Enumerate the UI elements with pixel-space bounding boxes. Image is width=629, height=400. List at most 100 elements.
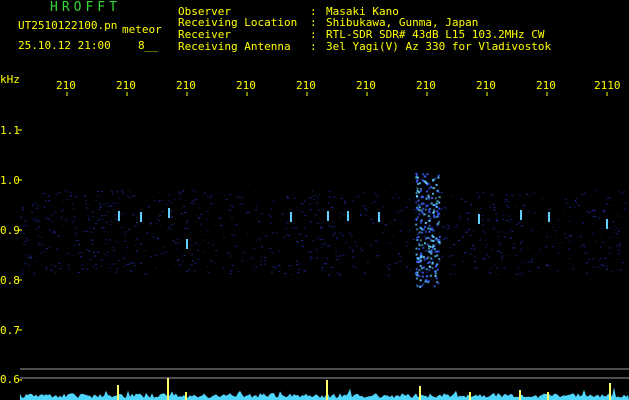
meteor-burst-pixel [424,226,427,229]
noise-speck [478,239,481,241]
noise-speck [505,199,508,201]
noise-speck [58,192,61,194]
noise-speck [134,245,137,247]
noise-speck [27,239,29,241]
noise-speck [91,239,94,241]
noise-speck [198,207,201,209]
meteor-burst-pixel [437,250,440,253]
noise-speck [464,201,467,202]
noise-speck [333,196,336,198]
noise-speck [184,212,187,213]
meteor-burst-pixel [437,174,440,177]
noise-speck [201,233,204,235]
meteor-burst-pixel [424,222,427,224]
noise-speck [286,197,289,199]
noise-speck [340,212,343,214]
meteor-burst-pixel [432,179,435,181]
noise-speck [298,233,301,235]
meteor-burst-pixel [430,239,433,242]
noise-speck [493,209,496,211]
noise-speck [511,194,514,196]
noise-speck [66,253,69,254]
noise-speck [426,220,429,222]
noise-speck [518,222,521,224]
meteor-burst-pixel [427,182,430,185]
noise-speck [400,210,403,212]
noise-speck [352,256,355,258]
noise-speck [484,258,486,260]
noise-speck [481,215,484,216]
meteor-burst-pixel [430,228,433,231]
noise-speck [599,246,602,248]
meteor-burst-pixel [431,247,434,250]
noise-speck [155,223,157,225]
noise-speck [487,219,490,221]
noise-speck [111,194,114,196]
noise-speck [100,265,103,267]
noise-speck [585,262,588,264]
meteor-burst-pixel [428,187,431,190]
noise-speck [61,225,64,227]
noise-speck [324,271,327,273]
noise-speck [521,272,524,274]
noise-speck [393,219,396,221]
noise-speck [473,248,476,250]
noise-speck [396,211,399,213]
noise-speck [342,234,345,236]
meteor-ping [378,212,380,222]
noise-speck [214,262,217,264]
noise-speck [188,226,191,228]
noise-speck [171,216,173,218]
noise-speck [528,271,531,273]
noise-speck [185,222,188,224]
noise-speck [63,208,66,210]
noise-speck [153,200,156,202]
noise-speck [391,235,394,237]
meteor-burst-pixel [436,224,439,227]
meteor-burst-pixel [416,239,419,242]
noise-speck [124,240,127,242]
noise-speck [336,258,339,260]
noise-speck [156,218,159,220]
noise-speck [167,270,170,271]
noise-speck [327,260,330,262]
noise-speck [336,272,339,274]
noise-speck [461,261,464,263]
noise-speck [459,218,462,220]
noise-speck [482,192,485,194]
noise-speck [569,235,572,237]
noise-speck [76,232,78,234]
noise-speck [432,250,435,252]
noise-speck [169,228,172,230]
meteor-burst-pixel [433,208,436,211]
noise-speck [564,198,567,200]
noise-speck [270,222,273,224]
noise-speck [278,265,281,267]
noise-speck [136,221,139,223]
meteor-ping [186,239,188,249]
noise-speck [75,228,78,229]
noise-speck [593,210,596,212]
noise-speck [335,255,338,257]
meteor-burst-pixel [428,269,431,272]
noise-speck [150,256,153,257]
noise-speck [482,230,485,232]
noise-speck [288,265,291,266]
noise-speck [102,227,105,229]
app-title: HROFFT [50,0,121,15]
noise-speck [278,250,281,252]
noise-speck [557,219,560,221]
noise-speck [223,237,225,239]
noise-speck [489,206,492,208]
noise-speck [99,207,102,208]
timestamp: 25.10.12 21:00 [18,39,111,52]
noise-speck [33,272,36,274]
noise-speck [124,234,127,236]
noise-speck [508,221,511,223]
noise-speck [502,219,505,220]
noise-speck [92,266,95,268]
noise-speck [312,195,315,197]
noise-speck [207,230,210,232]
noise-speck [264,263,267,265]
noise-speck [352,251,354,252]
